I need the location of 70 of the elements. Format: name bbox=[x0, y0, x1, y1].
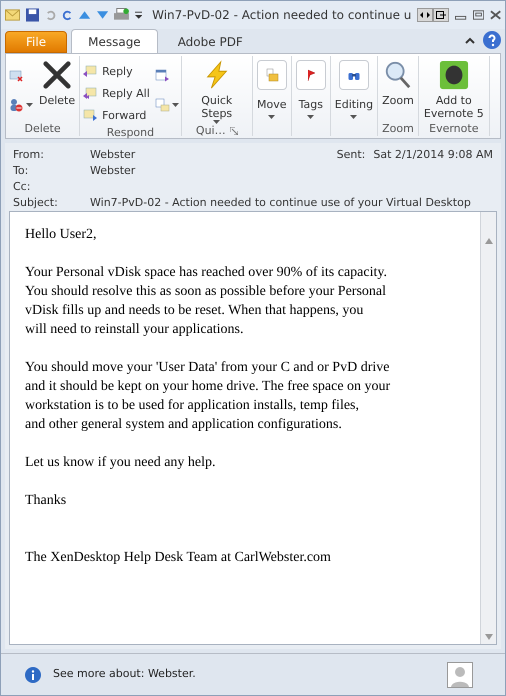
group-label: Qui… bbox=[196, 124, 226, 137]
group-label: Delete bbox=[24, 122, 61, 135]
ribbon-button[interactable]: Delete bbox=[37, 56, 78, 107]
window-title: Win7-PvD-02 - Action needed to continue u bbox=[152, 7, 412, 24]
ribbon-button[interactable]: Move bbox=[254, 56, 289, 119]
left-right-arrows-icon bbox=[420, 11, 430, 19]
redo-icon[interactable] bbox=[62, 9, 74, 21]
forward-icon bbox=[82, 107, 98, 123]
close-icon[interactable] bbox=[490, 10, 501, 20]
body-paragraph: Thanks bbox=[25, 492, 68, 510]
field-label: Cc: bbox=[13, 178, 32, 195]
person-icon bbox=[8, 97, 24, 113]
ribbon-button[interactable]: Add to Evernote 5 bbox=[420, 56, 487, 120]
caret-icon bbox=[213, 120, 220, 124]
field-value: Webster bbox=[90, 162, 136, 179]
envelope-icon bbox=[5, 9, 20, 21]
customize-caret-icon[interactable] bbox=[134, 11, 142, 19]
dialog-launcher-icon[interactable] bbox=[230, 126, 238, 134]
scrollbar[interactable] bbox=[480, 212, 496, 644]
collapse-ribbon-icon[interactable] bbox=[465, 36, 475, 44]
field-label: To: bbox=[13, 162, 30, 179]
field-value: Win7-PvD-02 - Action needed to continue use of your Virtual Desktop bbox=[90, 194, 471, 211]
info-icon bbox=[25, 666, 41, 682]
ribbon-button[interactable]: Zoom bbox=[380, 56, 416, 107]
ribbon-button[interactable]: Editing bbox=[332, 56, 376, 119]
ribbon-button[interactable]: Reply bbox=[82, 60, 150, 82]
ribbon-tab[interactable]: Message bbox=[71, 29, 158, 53]
group-label: Respond bbox=[106, 126, 154, 139]
group-label: Evernote bbox=[429, 122, 478, 135]
avatar-icon[interactable] bbox=[447, 662, 473, 688]
maximize-icon[interactable] bbox=[472, 10, 484, 20]
signature-line: The XenDesktop Help Desk Team at CarlWebster.com bbox=[25, 549, 332, 567]
sent-label: Sent: bbox=[336, 146, 366, 163]
scroll-up-icon[interactable] bbox=[484, 238, 492, 244]
popout-icon bbox=[436, 11, 446, 19]
up-arrow-icon[interactable] bbox=[79, 11, 91, 19]
x-icon bbox=[42, 60, 72, 90]
sent-value: Sat 2/1/2014 9:08 AM bbox=[373, 146, 493, 163]
body-paragraph: Let us know if you need any help. bbox=[25, 454, 217, 472]
calendar-envelope-icon bbox=[154, 97, 170, 113]
body-paragraph: You should move your 'User Data' from your C and or PvD drive and it should be kept on your home drive. The free space on your workstation is to be used for application installs, temp files, and other general system and application configurations. bbox=[25, 359, 392, 434]
reply-icon bbox=[82, 63, 98, 79]
caret-icon bbox=[268, 115, 276, 119]
elephant-icon bbox=[438, 60, 469, 90]
ribbon-button[interactable]: Forward bbox=[82, 104, 150, 126]
caret-icon bbox=[307, 115, 314, 119]
help-icon[interactable] bbox=[483, 31, 501, 49]
see-more-text: See more about: Webster. bbox=[53, 666, 196, 682]
ribbon-tab[interactable]: Adobe PDF bbox=[162, 31, 259, 53]
ribbon-button[interactable]: Quick Steps bbox=[184, 56, 250, 124]
body-paragraph: Your Personal vDisk space has reached over 90% of its capacity. You should resolve this as soon as possible before your Personal vDisk fills up and needs to be reset. When that happens, you will need to reinstall your applications. bbox=[25, 264, 388, 339]
scroll-down-icon[interactable] bbox=[484, 634, 492, 640]
caret-icon bbox=[350, 115, 358, 119]
group-label: Zoom bbox=[382, 122, 414, 135]
printer-icon[interactable] bbox=[114, 8, 129, 22]
ribbon-button[interactable]: Tags bbox=[294, 56, 328, 119]
resize-button[interactable] bbox=[417, 8, 434, 22]
ribbon-button[interactable]: Reply All bbox=[82, 82, 150, 104]
down-arrow-icon[interactable] bbox=[96, 11, 108, 19]
field-value: Webster bbox=[90, 146, 136, 163]
folder-icon bbox=[264, 67, 280, 83]
calendar-icon bbox=[154, 67, 170, 83]
save-icon[interactable] bbox=[26, 8, 39, 22]
caret-icon bbox=[172, 103, 179, 107]
body-paragraph: Hello User2, bbox=[25, 226, 98, 244]
reply-all-icon bbox=[82, 85, 98, 101]
popout-button[interactable] bbox=[433, 8, 450, 22]
field-label: Subject: bbox=[13, 194, 59, 211]
caret-icon bbox=[26, 103, 33, 107]
field-label: From: bbox=[13, 146, 45, 163]
